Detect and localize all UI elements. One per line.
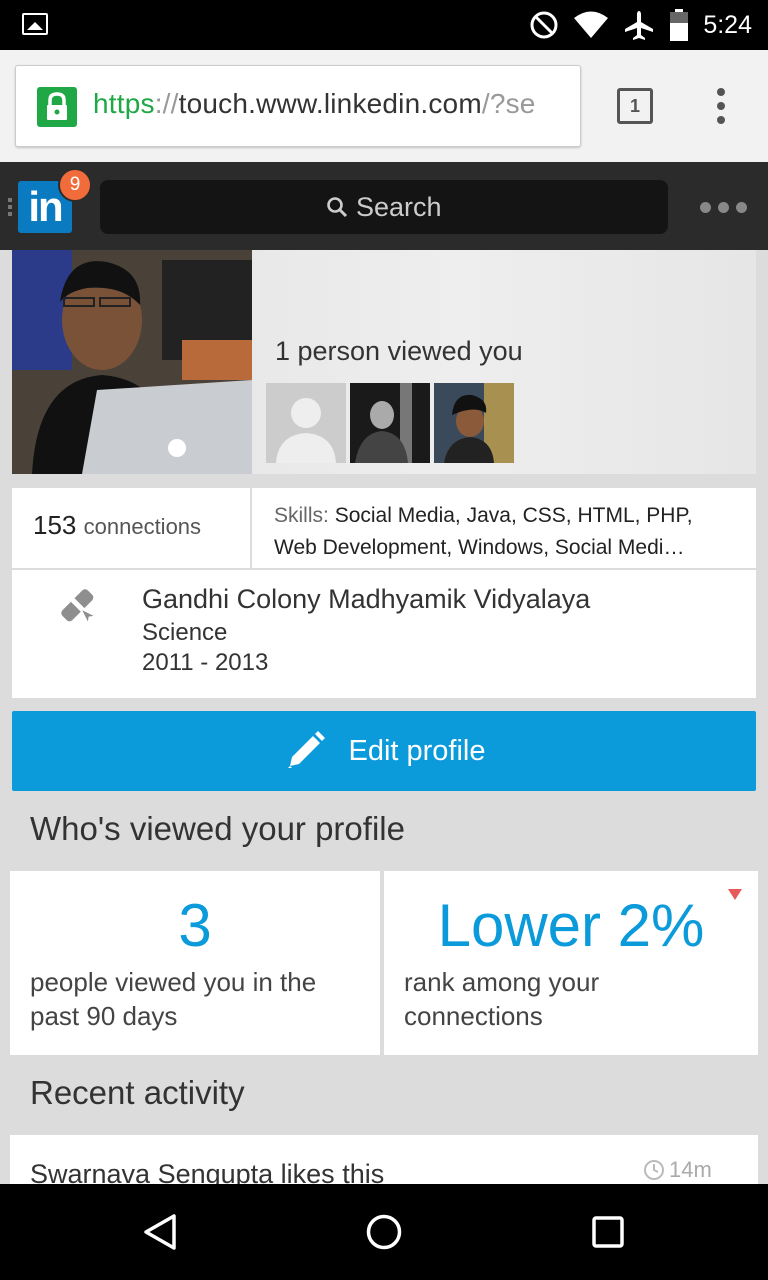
notification-badge[interactable]: 9 <box>58 168 92 202</box>
viewer-avatar[interactable] <box>266 383 346 463</box>
pencil-icon <box>288 731 326 768</box>
diploma-icon <box>61 589 94 622</box>
education-school: Gandhi Colony Madhyamik Vidyalaya <box>142 584 591 614</box>
rank-stat-card[interactable]: Lower 2% rank among your connections <box>384 871 758 1055</box>
edit-profile-button[interactable]: Edit profile <box>12 711 756 791</box>
connections-count[interactable]: 153 connections <box>12 488 252 568</box>
wifi-icon <box>574 11 609 38</box>
lock-icon <box>37 87 77 127</box>
browser-menu-icon[interactable] <box>715 88 727 128</box>
education-years: 2011 - 2013 <box>142 649 269 676</box>
profile-viewers-summary[interactable]: 1 person viewed you <box>275 336 523 367</box>
search-label: Search <box>355 192 442 222</box>
education-card[interactable]: Gandhi Colony Madhyamik Vidyalaya Scienc… <box>12 570 756 698</box>
status-bar: 5:24 <box>0 0 768 50</box>
viewer-thumbnails <box>266 383 514 463</box>
more-options-icon[interactable] <box>700 202 747 213</box>
views-count: 3 <box>178 892 212 959</box>
system-navigation-bar <box>0 1184 768 1280</box>
education-field: Science <box>142 619 228 646</box>
viewer-avatar[interactable] <box>434 383 514 463</box>
back-icon[interactable] <box>140 1212 180 1252</box>
linkedin-header: in 9 Search <box>0 162 768 250</box>
url-bar[interactable]: https://touch.www.linkedin.com/?se <box>15 65 581 147</box>
activity-item[interactable]: Swarnava Sengupta likes this 14m <box>10 1135 758 1185</box>
rank-description: rank among your connections <box>404 967 600 1031</box>
url-text: https://touch.www.linkedin.com/?se <box>93 88 536 119</box>
rank-value: Lower 2% <box>437 892 705 959</box>
home-icon[interactable] <box>364 1212 404 1252</box>
search-icon <box>327 197 348 218</box>
profile-photo[interactable] <box>12 250 252 474</box>
profile-header-card: 1 person viewed you <box>12 250 756 474</box>
activity-timestamp: 14m <box>643 1157 712 1183</box>
activity-text: Swarnava Sengupta likes this <box>30 1159 385 1185</box>
clock-icon <box>644 1160 664 1180</box>
viewer-avatar[interactable] <box>350 383 430 463</box>
edit-profile-label: Edit profile <box>348 734 486 767</box>
recent-activity-title: Recent activity <box>30 1074 245 1111</box>
drawer-handle-icon[interactable] <box>8 198 12 219</box>
browser-toolbar: https://touch.www.linkedin.com/?se 1 <box>0 50 768 162</box>
search-input[interactable]: Search <box>100 180 668 234</box>
battery-icon <box>670 9 689 41</box>
views-description: people viewed you in the past 90 days <box>30 967 317 1031</box>
recents-icon[interactable] <box>590 1214 626 1250</box>
who-viewed-title: Who's viewed your profile <box>30 810 405 847</box>
skills-summary[interactable]: Skills: Social Media, Java, CSS, HTML, P… <box>274 500 744 564</box>
gallery-icon <box>22 13 48 35</box>
airplane-icon <box>625 11 654 40</box>
tab-switcher-button[interactable]: 1 <box>617 88 653 124</box>
clock: 5:24 <box>703 10 752 39</box>
views-stat-card[interactable]: 3 people viewed you in the past 90 days <box>10 871 380 1055</box>
profile-stats-row: 153 connections Skills: Social Media, Ja… <box>12 488 756 568</box>
do-not-disturb-icon <box>530 11 558 39</box>
